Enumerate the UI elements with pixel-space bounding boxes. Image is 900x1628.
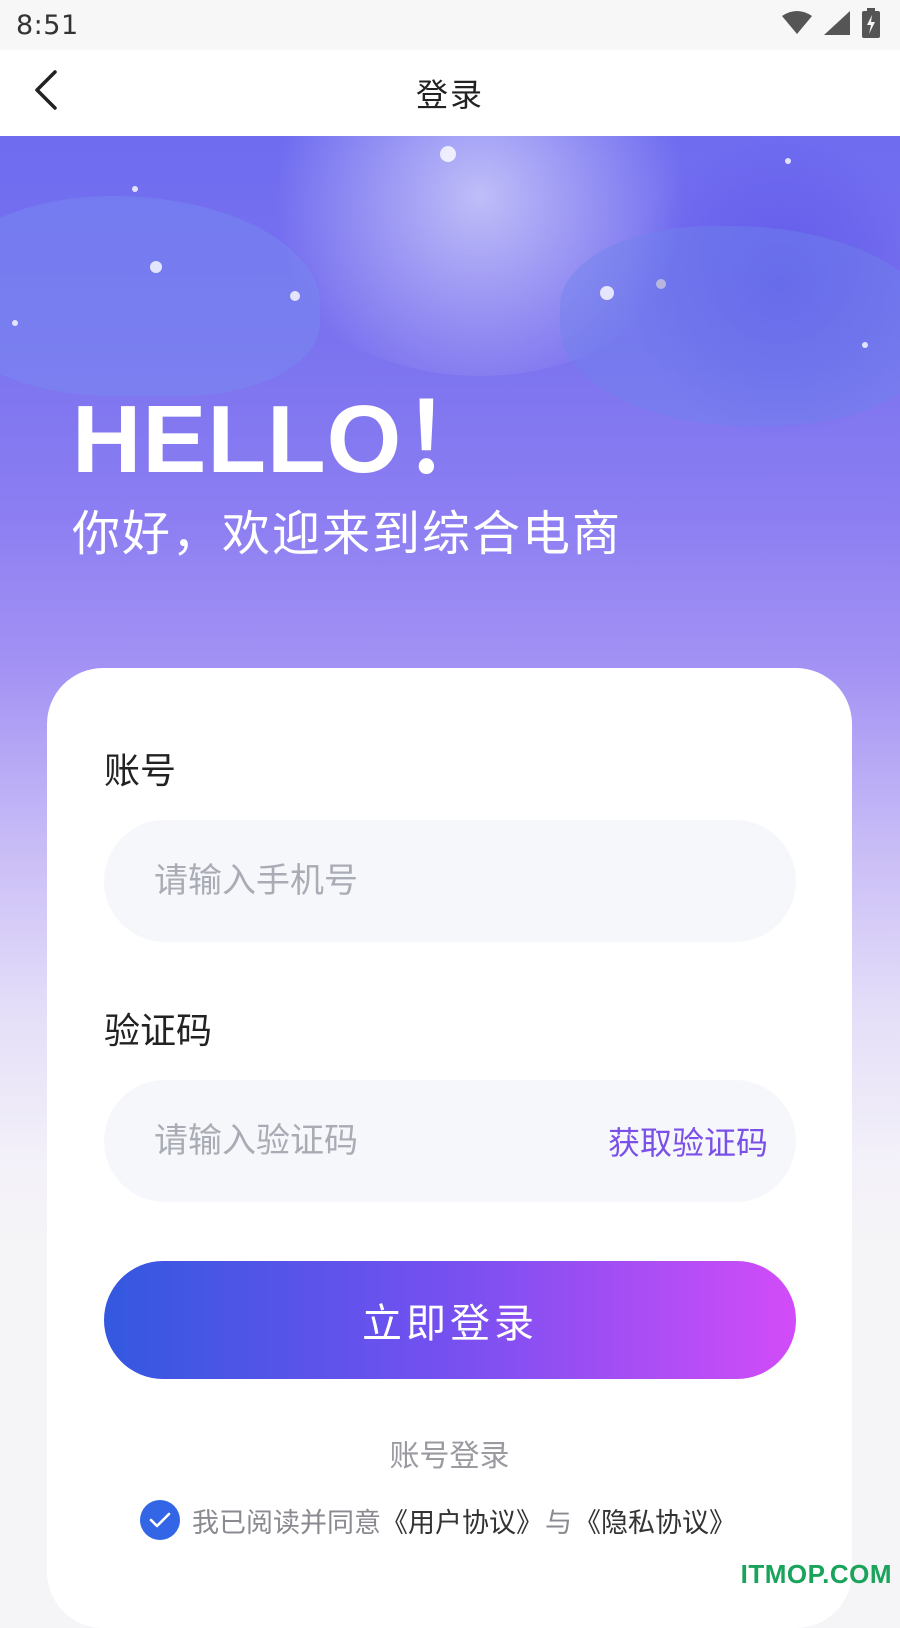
status-icons — [782, 8, 880, 42]
page-title: 登录 — [416, 70, 484, 116]
sparkle-dot — [785, 158, 791, 164]
nav-bar: 登录 — [0, 50, 900, 136]
phone-input[interactable] — [104, 820, 796, 942]
code-label: 验证码 — [104, 1002, 212, 1054]
chevron-left-icon — [33, 70, 59, 114]
verification-code-input[interactable] — [104, 1080, 578, 1202]
signal-icon — [824, 11, 850, 39]
agreement-row: 我已阅读并同意 《用户协议》 与 《隐私协议》 — [140, 1500, 736, 1540]
privacy-policy-link[interactable]: 《隐私协议》 — [574, 1501, 736, 1540]
login-button[interactable]: 立即登录 — [104, 1261, 796, 1379]
sparkle-dot — [600, 286, 614, 300]
sparkle-dot — [862, 342, 868, 348]
check-icon — [149, 1505, 171, 1536]
user-agreement-link[interactable]: 《用户协议》 — [381, 1501, 543, 1540]
hero-subtitle: 你好，欢迎来到综合电商 — [72, 494, 622, 564]
account-label: 账号 — [104, 742, 176, 794]
get-code-button[interactable]: 获取验证码 — [608, 1118, 768, 1164]
agreement-prefix: 我已阅读并同意 — [192, 1501, 381, 1540]
login-card: 账号 验证码 获取验证码 立即登录 账号登录 我已阅读并同意 《用户协议》 与 … — [47, 668, 852, 1628]
account-login-link[interactable]: 账号登录 — [47, 1431, 852, 1475]
code-field: 获取验证码 — [104, 1080, 796, 1202]
back-button[interactable] — [24, 70, 68, 114]
agreement-conjunction: 与 — [545, 1501, 572, 1540]
account-field — [104, 820, 796, 942]
status-time: 8:51 — [16, 10, 79, 41]
watermark: ITMOP.COM — [741, 1559, 892, 1590]
battery-charging-icon — [862, 8, 880, 42]
sparkle-dot — [12, 320, 18, 326]
sparkle-dot — [132, 186, 138, 192]
sparkle-dot — [290, 291, 300, 301]
hero-cloud-shape — [560, 226, 900, 426]
hero-greeting: HELLO！ — [72, 361, 499, 500]
sparkle-dot — [656, 279, 666, 289]
agreement-checkbox[interactable] — [140, 1500, 180, 1540]
wifi-icon — [782, 11, 812, 39]
sparkle-dot — [440, 146, 456, 162]
status-bar: 8:51 — [0, 0, 900, 50]
sparkle-dot — [150, 261, 162, 273]
